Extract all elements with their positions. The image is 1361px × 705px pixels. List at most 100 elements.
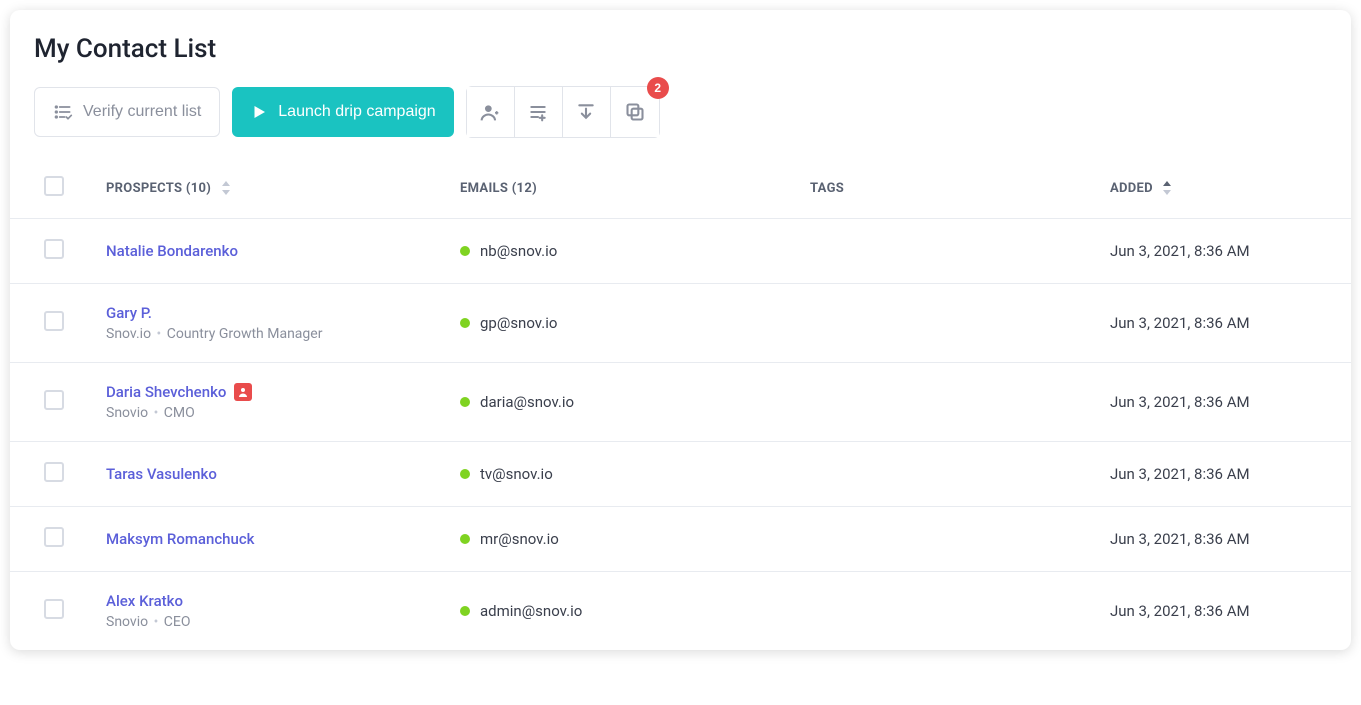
add-prospect-button[interactable] (467, 87, 515, 137)
header-added[interactable]: ADDED (1100, 158, 1351, 219)
page-title: My Contact List (34, 34, 1327, 64)
header-tags: TAGS (800, 158, 1100, 219)
prospect-role: Country Growth Manager (167, 326, 323, 342)
row-checkbox-cell (10, 284, 90, 363)
tags-cell (800, 572, 1100, 651)
prospect-name[interactable]: Gary P. (106, 304, 152, 322)
prospect-cell: Maksym Romanchuck (90, 507, 450, 572)
email-text: gp@snov.io (480, 314, 557, 332)
prospect-name-text: Daria Shevchenko (106, 383, 226, 401)
duplicates-button[interactable]: 2 (611, 87, 659, 137)
added-date: Jun 3, 2021, 8:36 AM (1110, 602, 1250, 620)
prospect-role: CEO (164, 614, 191, 630)
table-row: Daria Shevchenko Snovio • CMO daria@snov.i… (10, 363, 1351, 442)
prospect-name-text: Natalie Bondarenko (106, 242, 238, 260)
prospect-cell: Gary P. Snov.io • Country Growth Manager (90, 284, 450, 363)
contact-list-card: My Contact List Verify current list Laun… (10, 10, 1351, 650)
table-row: Taras Vasulenko tv@snov.io Jun 3, 2021, 8:… (10, 442, 1351, 507)
prospect-name[interactable]: Taras Vasulenko (106, 465, 217, 483)
duplicates-badge: 2 (647, 77, 669, 99)
launch-campaign-button[interactable]: Launch drip campaign (232, 87, 453, 137)
row-checkbox[interactable] (44, 462, 64, 482)
status-dot-icon (460, 397, 470, 407)
list-check-icon (53, 102, 73, 122)
prospect-name-text: Maksym Romanchuck (106, 530, 255, 548)
row-checkbox[interactable] (44, 527, 64, 547)
added-cell: Jun 3, 2021, 8:36 AM (1100, 363, 1351, 442)
header-emails: EMAILS (12) (450, 158, 800, 219)
prospect-name[interactable]: Daria Shevchenko (106, 383, 252, 401)
separator-dot: • (150, 405, 162, 421)
verify-list-button[interactable]: Verify current list (34, 87, 220, 137)
header-added-label: ADDED (1110, 181, 1153, 196)
export-button[interactable] (563, 87, 611, 137)
select-all-checkbox[interactable] (44, 176, 64, 196)
added-cell: Jun 3, 2021, 8:36 AM (1100, 442, 1351, 507)
row-checkbox[interactable] (44, 239, 64, 259)
added-cell: Jun 3, 2021, 8:36 AM (1100, 507, 1351, 572)
added-date: Jun 3, 2021, 8:36 AM (1110, 314, 1250, 332)
row-checkbox-cell (10, 442, 90, 507)
added-date: Jun 3, 2021, 8:36 AM (1110, 242, 1250, 260)
header-tags-label: TAGS (810, 181, 844, 196)
prospect-subtitle: Snovio • CMO (106, 405, 440, 421)
row-checkbox[interactable] (44, 390, 64, 410)
prospect-name[interactable]: Maksym Romanchuck (106, 530, 255, 548)
action-icon-group: 2 (466, 86, 660, 138)
table-row: Maksym Romanchuck mr@snov.io Jun 3, 2021, … (10, 507, 1351, 572)
row-checkbox-cell (10, 363, 90, 442)
status-dot-icon (460, 246, 470, 256)
added-cell: Jun 3, 2021, 8:36 AM (1100, 284, 1351, 363)
added-cell: Jun 3, 2021, 8:36 AM (1100, 572, 1351, 651)
prospect-subtitle: Snovio • CEO (106, 614, 440, 630)
email-text: daria@snov.io (480, 393, 574, 411)
status-dot-icon (460, 606, 470, 616)
header-checkbox-cell (10, 158, 90, 219)
table-row: Alex Kratko Snovio • CEO admin@snov.io Jun … (10, 572, 1351, 651)
email-text: tv@snov.io (480, 465, 553, 483)
tags-cell (800, 363, 1100, 442)
status-dot-icon (460, 534, 470, 544)
sort-icon (221, 181, 231, 195)
prospect-cell: Daria Shevchenko Snovio • CMO (90, 363, 450, 442)
prospect-cell: Natalie Bondarenko (90, 219, 450, 284)
email-cell: nb@snov.io (450, 219, 800, 284)
prospect-company: Snovio (106, 614, 148, 630)
email-text: mr@snov.io (480, 530, 559, 548)
separator-dot: • (150, 614, 162, 630)
added-date: Jun 3, 2021, 8:36 AM (1110, 465, 1250, 483)
row-checkbox-cell (10, 219, 90, 284)
prospect-subtitle: Snov.io • Country Growth Manager (106, 326, 440, 342)
email-cell: mr@snov.io (450, 507, 800, 572)
status-dot-icon (460, 469, 470, 479)
header-emails-label: EMAILS (12) (460, 181, 537, 196)
tags-cell (800, 507, 1100, 572)
list-plus-icon (528, 102, 548, 122)
add-to-list-button[interactable] (515, 87, 563, 137)
prospect-name[interactable]: Natalie Bondarenko (106, 242, 238, 260)
header-prospects[interactable]: PROSPECTS (10) (90, 158, 450, 219)
prospect-name-text: Taras Vasulenko (106, 465, 217, 483)
prospect-name[interactable]: Alex Kratko (106, 592, 183, 610)
prospect-company: Snovio (106, 405, 148, 421)
sort-icon (1162, 181, 1172, 195)
contacts-table: PROSPECTS (10) EMAILS (12) TAGS ADDED (10, 158, 1351, 650)
prospect-role: CMO (164, 405, 195, 421)
header-prospects-label: PROSPECTS (10) (106, 181, 211, 196)
copy-icon (625, 102, 645, 122)
row-checkbox-cell (10, 572, 90, 651)
prospect-company: Snov.io (106, 326, 151, 342)
email-cell: admin@snov.io (450, 572, 800, 651)
launch-campaign-label: Launch drip campaign (278, 103, 435, 121)
row-checkbox[interactable] (44, 599, 64, 619)
table-row: Gary P. Snov.io • Country Growth Manager g… (10, 284, 1351, 363)
tags-cell (800, 219, 1100, 284)
added-date: Jun 3, 2021, 8:36 AM (1110, 530, 1250, 548)
prospect-cell: Alex Kratko Snovio • CEO (90, 572, 450, 651)
email-cell: daria@snov.io (450, 363, 800, 442)
download-filter-icon (576, 102, 596, 122)
email-text: admin@snov.io (480, 602, 582, 620)
email-cell: tv@snov.io (450, 442, 800, 507)
row-checkbox[interactable] (44, 311, 64, 331)
email-text: nb@snov.io (480, 242, 557, 260)
